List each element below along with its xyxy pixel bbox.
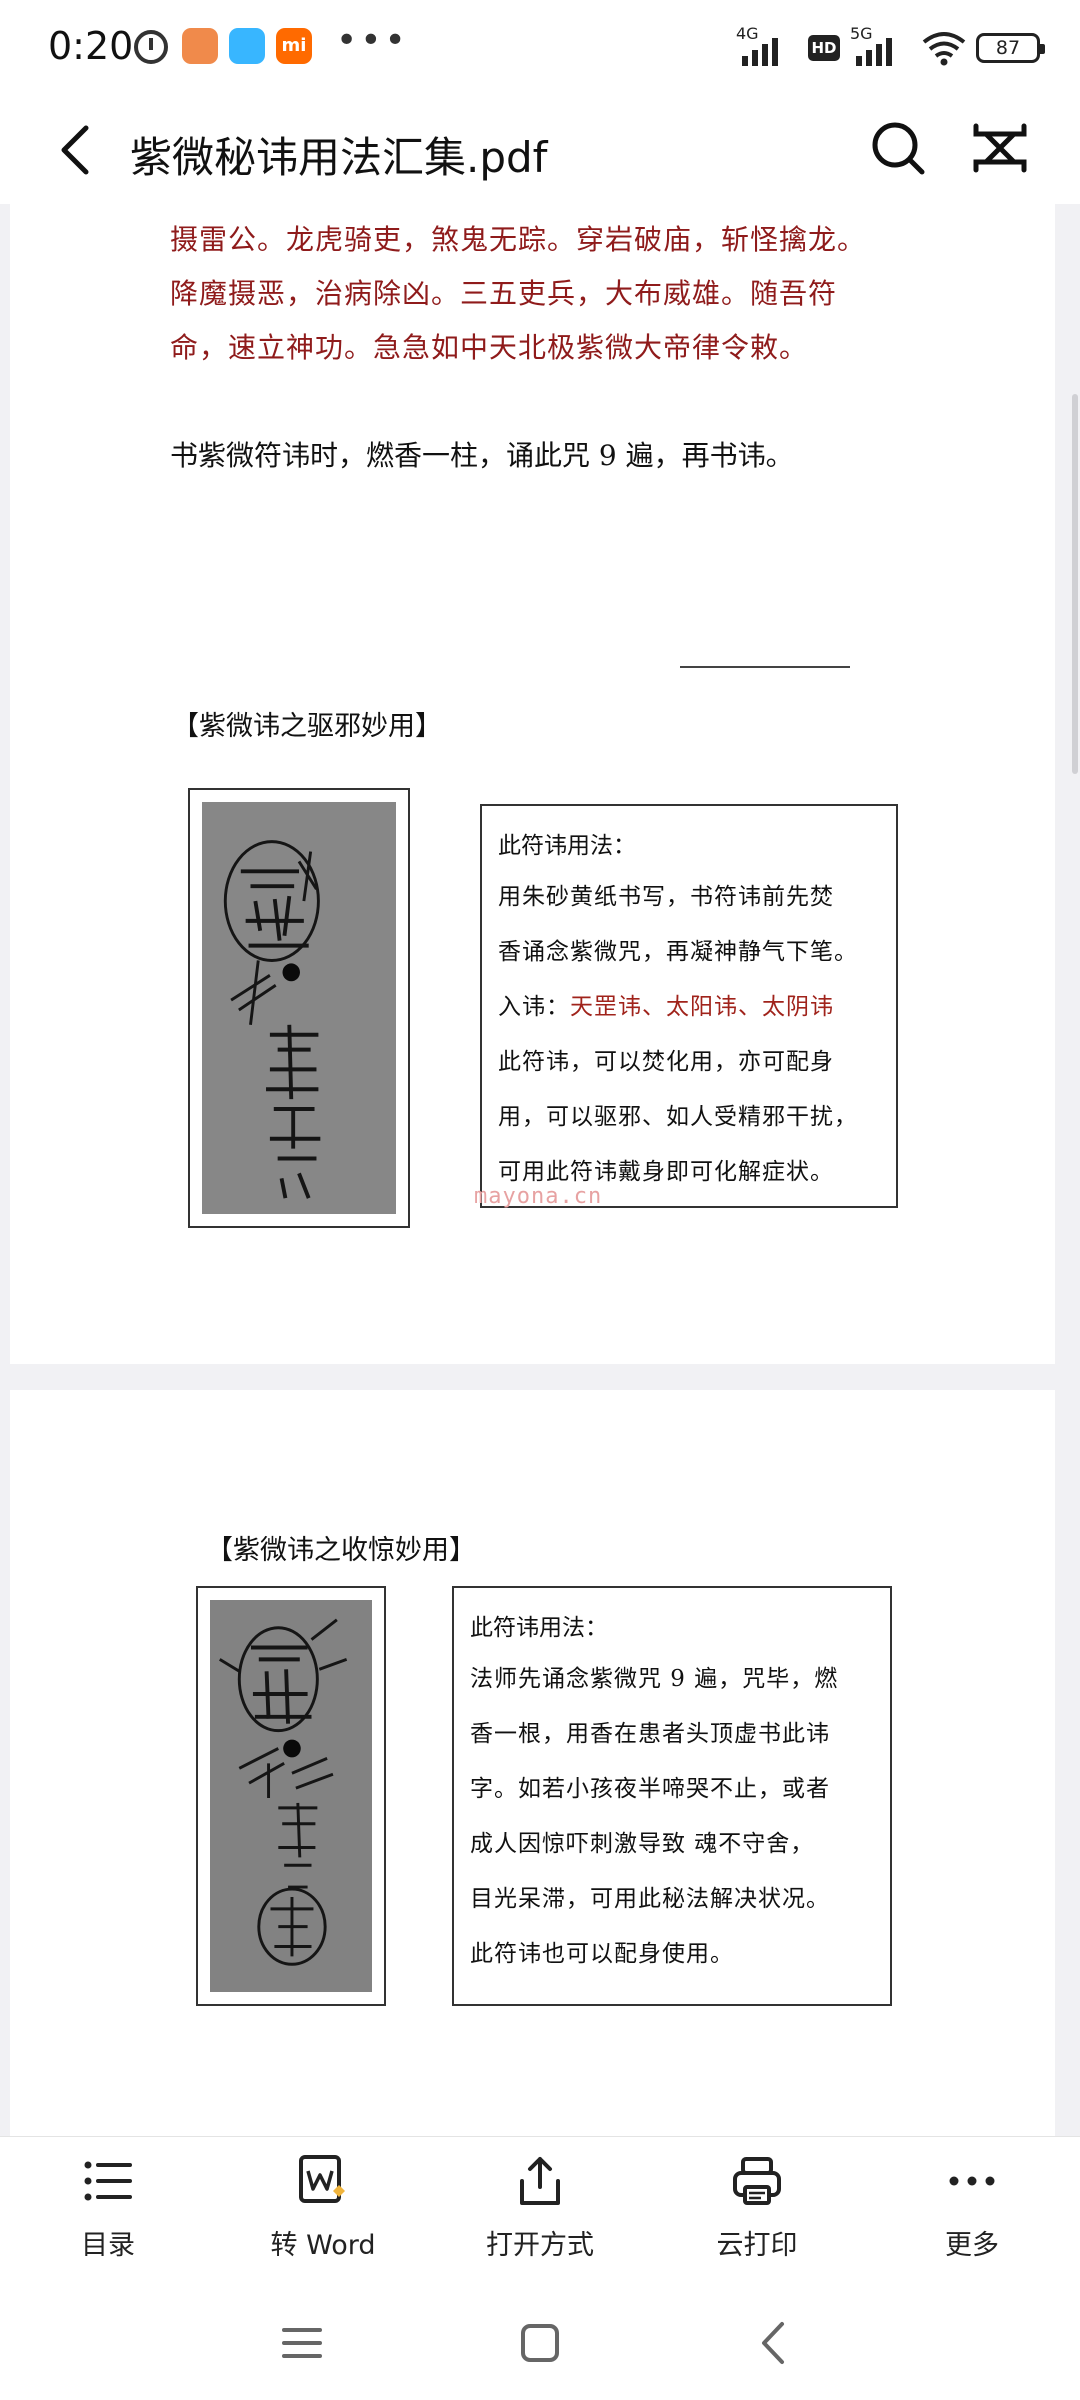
recent-apps-button[interactable] — [275, 2316, 329, 2370]
back-button[interactable] — [48, 118, 112, 182]
scripture-line-3: 命，速立神功。急急如中天北极紫微大帝律令敕。 — [170, 331, 809, 364]
usage-line: 此符讳也可以配身使用。 — [470, 1941, 734, 1967]
more-notifications-icon: ••• — [336, 20, 409, 61]
document-title: 紫微秘讳用法汇集.pdf — [130, 133, 548, 182]
usage-title: 此符讳用法： — [470, 1615, 608, 1641]
more-label: 更多 — [945, 2230, 999, 2261]
document-viewport[interactable]: 摄雷公。龙虎骑吏，煞鬼无踪。穿岩破庙，斩怪擒龙。 降魔摄恶，治病除凶。三五吏兵，… — [0, 204, 1080, 2136]
scripture-line-2: 降魔摄恶，治病除凶。三五吏兵，大布威雄。随吾符 — [170, 277, 838, 310]
talisman-drawing — [202, 802, 396, 1214]
open-with-button[interactable]: 打开方式 — [465, 2151, 615, 2281]
cloud-print-label: 云打印 — [716, 2230, 798, 2261]
convert-word-button[interactable]: 转 Word — [248, 2151, 398, 2281]
exit-reader-icon — [973, 123, 1027, 173]
open-with-label: 打开方式 — [486, 2230, 594, 2261]
signal-5g-icon: 5G — [850, 24, 912, 68]
battery-icon: 87 — [976, 33, 1045, 63]
usage-line-prefix: 入讳： — [498, 994, 570, 1020]
usage-line: 用朱砂黄纸书写，书符讳前先焚 — [498, 884, 834, 910]
usage-box-exorcism: 此符讳用法： 用朱砂黄纸书写，书符讳前先焚 香诵念紫微咒，再凝神静气下笔。 入讳… — [480, 804, 898, 1208]
usage-line: 此符讳，可以焚化用，亦可配身 — [498, 1049, 834, 1075]
home-square-icon — [521, 2324, 559, 2362]
mi-notification-icon: mi — [276, 28, 312, 64]
scrollbar-thumb[interactable] — [1072, 394, 1078, 774]
instruction-text: 书紫微符讳时，燃香一柱，诵此咒 9 遍，再书讳。 — [170, 439, 794, 472]
home-button[interactable] — [513, 2316, 567, 2370]
convert-word-label: 转 Word — [270, 2230, 376, 2261]
menu-icon — [282, 2328, 322, 2358]
share-icon — [520, 2157, 560, 2205]
back-chevron-icon — [762, 2322, 784, 2364]
usage-line: 香一根，用香在患者头顶虚书此讳 — [470, 1721, 830, 1747]
section-heading-exorcism: 【紫微讳之驱邪妙用】 — [172, 711, 442, 742]
usage-title: 此符讳用法： — [498, 833, 636, 859]
talisman-types-highlight: 天罡讳、太阳讳、太阴讳 — [570, 994, 834, 1020]
list-icon — [84, 2161, 132, 2201]
usage-line-talisman-types: 入讳：天罡讳、太阳讳、太阴讳 — [498, 980, 880, 1035]
usage-line: 目光呆滞，可用此秘法解决状况。 — [470, 1886, 830, 1912]
toc-label: 目录 — [81, 2230, 135, 2261]
word-convert-icon — [299, 2155, 345, 2203]
more-button[interactable]: 更多 — [897, 2151, 1047, 2281]
exit-reader-button[interactable] — [968, 116, 1032, 180]
talisman-image-calming — [196, 1586, 386, 2006]
toc-button[interactable]: 目录 — [33, 2151, 183, 2281]
back-arrow-icon — [61, 125, 89, 175]
search-icon — [872, 122, 925, 175]
system-navigation-bar — [0, 2286, 1080, 2400]
divider-line — [680, 666, 850, 668]
usage-line: 香诵念紫微咒，再凝神静气下笔。 — [498, 939, 858, 965]
status-bar: 0:20 mi ••• 4G HD 5G 87 — [0, 0, 1080, 96]
wifi-icon — [922, 30, 966, 66]
bottom-toolbar: 目录 转 Word 打开方式 云打印 更多 — [0, 2136, 1080, 2286]
chat-notification-icon — [229, 28, 265, 64]
scripture-line-1: 摄雷公。龙虎骑吏，煞鬼无踪。穿岩破庙，斩怪擒龙。 — [170, 223, 867, 256]
usage-line: 用，可以驱邪、如人受精邪干扰， — [498, 1104, 858, 1130]
hd-icon: HD — [808, 35, 840, 61]
status-indicators: 4G HD 5G 87 — [736, 24, 1045, 72]
cloud-print-button[interactable]: 云打印 — [682, 2151, 832, 2281]
watermark-text: mayona.cn — [474, 1184, 603, 1209]
search-button[interactable] — [866, 116, 930, 180]
app-bar: 紫微秘讳用法汇集.pdf — [0, 96, 1080, 204]
status-time: 0:20 — [48, 24, 134, 68]
app-notification-icon — [182, 28, 218, 64]
more-icon — [949, 2176, 995, 2186]
usage-box-calming: 此符讳用法： 法师先诵念紫微咒 9 遍，咒毕，燃 香一根，用香在患者头顶虚书此讳… — [452, 1586, 892, 2006]
talisman-drawing — [210, 1600, 372, 1992]
usage-line: 字。如若小孩夜半啼哭不止，或者 — [470, 1776, 830, 1802]
alarm-icon — [134, 30, 168, 64]
section-heading-calming: 【紫微讳之收惊妙用】 — [206, 1535, 476, 1566]
pdf-page-2: 【紫微讳之收惊妙用】 此符讳用法： 法师先诵念紫微咒 9 遍，咒毕，燃 香一根，… — [10, 1390, 1055, 2136]
signal-4g-icon: 4G — [736, 24, 798, 68]
usage-line: 成人因惊吓刺激导致 魂不守舍， — [470, 1831, 815, 1857]
talisman-image-exorcism — [188, 788, 410, 1228]
pdf-page-1: 摄雷公。龙虎骑吏，煞鬼无踪。穿岩破庙，斩怪擒龙。 降魔摄恶，治病除凶。三五吏兵，… — [10, 204, 1055, 1364]
printer-icon — [733, 2157, 781, 2205]
system-back-button[interactable] — [748, 2316, 802, 2370]
usage-line: 法师先诵念紫微咒 9 遍，咒毕，燃 — [470, 1666, 839, 1692]
